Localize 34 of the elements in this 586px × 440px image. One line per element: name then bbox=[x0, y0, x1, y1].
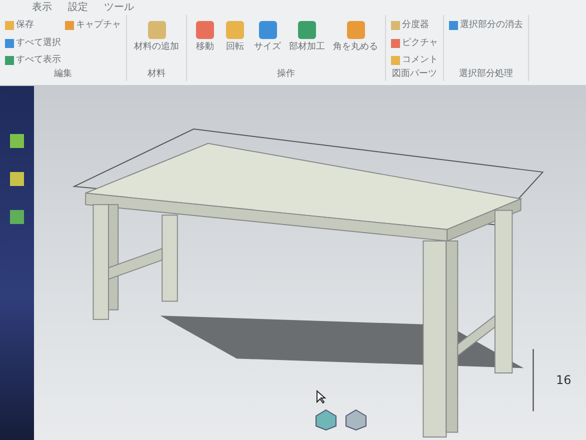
tool-icon bbox=[224, 19, 246, 41]
ribbon-tab[interactable]: ツール bbox=[96, 0, 142, 15]
ribbon-button[interactable]: サイズ bbox=[252, 19, 283, 54]
tool-icon bbox=[344, 19, 366, 41]
ribbon-button[interactable]: すべて表示 bbox=[5, 54, 61, 68]
ribbon-button[interactable]: 回転 bbox=[222, 19, 248, 54]
group-label: 操作 bbox=[276, 68, 296, 80]
view-cube-icon[interactable] bbox=[314, 408, 338, 432]
ribbon-button[interactable]: 移動 bbox=[192, 19, 218, 54]
view-cube-icon[interactable] bbox=[344, 408, 368, 432]
ribbon-button[interactable]: 材料の追加 bbox=[132, 19, 181, 54]
tool-icon bbox=[449, 21, 458, 30]
tool-icon bbox=[194, 19, 216, 41]
group-label: 編集 bbox=[53, 68, 73, 80]
ribbon-button[interactable]: すべて選択 bbox=[5, 36, 61, 50]
ribbon-button[interactable]: 分度器 bbox=[391, 19, 438, 32]
ribbon-button[interactable]: コメント bbox=[391, 54, 438, 68]
group-label: 図面パーツ bbox=[391, 68, 438, 80]
tool-icon bbox=[296, 19, 318, 41]
ribbon-button[interactable]: 部材加工 bbox=[287, 19, 327, 54]
tool-icon bbox=[256, 19, 278, 41]
ribbon-button[interactable]: キャプチャ bbox=[65, 19, 121, 32]
group-label: 選択部分処理 bbox=[458, 68, 514, 80]
ribbon-button[interactable]: 保存 bbox=[5, 19, 61, 32]
ribbon-button[interactable]: 選択部分の消去 bbox=[449, 19, 523, 32]
ribbon-button[interactable]: ピクチャ bbox=[391, 36, 438, 50]
ribbon-button[interactable]: 角を丸める bbox=[331, 19, 380, 54]
ribbon-tab[interactable]: 表示 bbox=[24, 0, 60, 15]
ribbon-tab[interactable]: 設定 bbox=[60, 0, 96, 15]
tool-icon bbox=[65, 21, 74, 30]
tool-icon bbox=[146, 19, 168, 41]
group-label: 材料 bbox=[146, 68, 166, 80]
cursor-icon bbox=[316, 390, 326, 404]
dimension-label: 16 bbox=[556, 372, 572, 389]
